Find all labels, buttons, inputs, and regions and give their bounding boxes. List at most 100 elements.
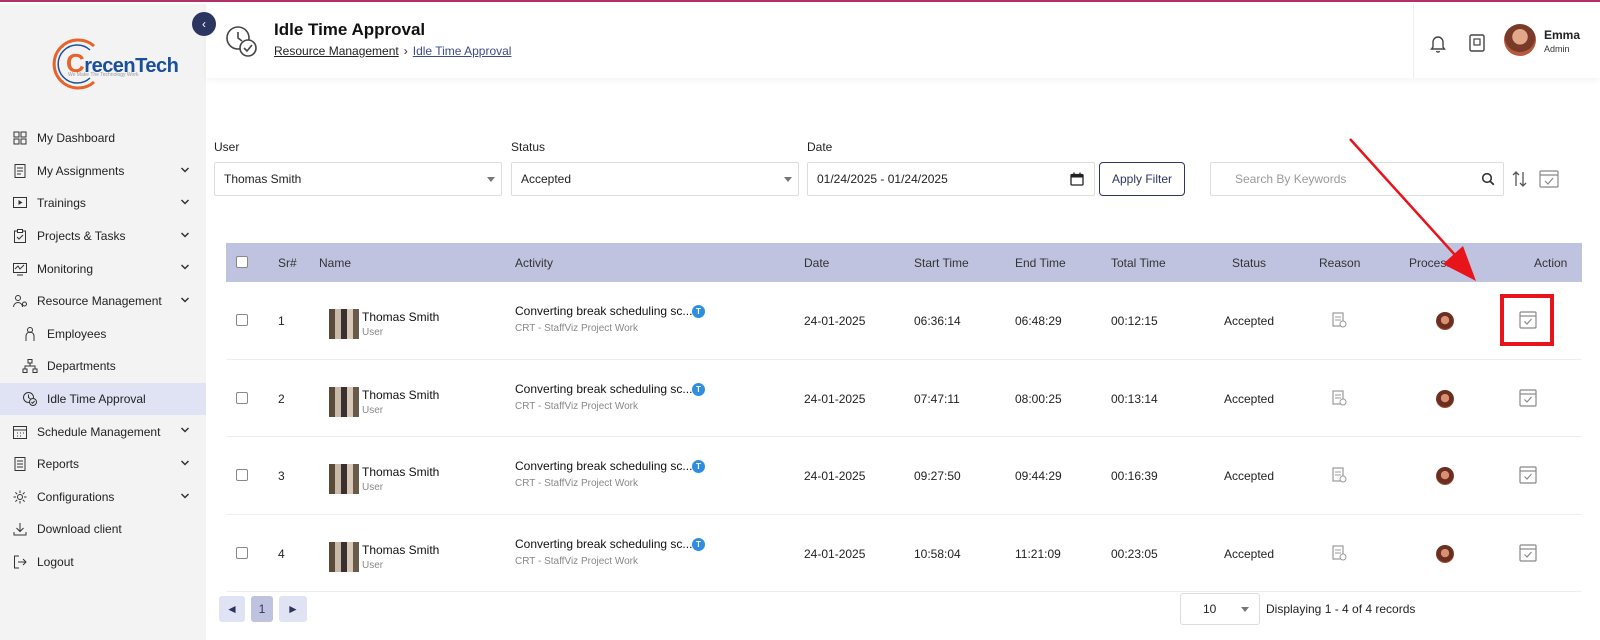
row-user-role: User bbox=[362, 482, 384, 493]
idle-time-icon bbox=[226, 26, 257, 57]
status-filter-label: Status bbox=[511, 140, 546, 154]
header-end-time[interactable]: End Time bbox=[1015, 256, 1066, 270]
select-all-checkbox[interactable] bbox=[236, 256, 248, 268]
sidebar-item-idle-time-approval[interactable]: Idle Time Approval bbox=[0, 382, 206, 416]
sidebar-item-label: Logout bbox=[37, 555, 74, 570]
page-1-button[interactable]: 1 bbox=[251, 596, 273, 622]
row-checkbox[interactable] bbox=[236, 391, 248, 404]
header-sr[interactable]: Sr# bbox=[278, 256, 297, 270]
book-icon[interactable] bbox=[1466, 32, 1488, 54]
processed-by-avatar[interactable] bbox=[1436, 544, 1454, 563]
reason-document-icon[interactable] bbox=[1330, 466, 1348, 484]
approve-action-icon[interactable] bbox=[1518, 543, 1538, 563]
user-name[interactable]: Emma bbox=[1544, 28, 1580, 42]
sidebar-item-label: Idle Time Approval bbox=[47, 392, 146, 407]
company-logo[interactable]: CrecenTech We Make The Technology Work bbox=[50, 34, 179, 92]
chevron-down-icon bbox=[180, 264, 190, 270]
header-total-time[interactable]: Total Time bbox=[1111, 256, 1166, 270]
date-range-value: 01/24/2025 - 01/24/2025 bbox=[817, 172, 948, 186]
search-input[interactable]: Search By Keywords bbox=[1210, 162, 1504, 196]
sidebar-nav: My Dashboard My Assignments Trainings Proje… bbox=[0, 122, 206, 578]
row-activity[interactable]: Converting break scheduling sc... bbox=[515, 537, 692, 551]
sidebar-item-employees[interactable]: Employees bbox=[0, 318, 206, 351]
header-date[interactable]: Date bbox=[804, 256, 829, 270]
user-filter-select[interactable]: Thomas Smith bbox=[214, 162, 502, 196]
approve-action-icon[interactable] bbox=[1518, 465, 1538, 485]
user-thumbnail bbox=[329, 464, 359, 494]
chevron-down-icon bbox=[1241, 607, 1249, 612]
row-activity[interactable]: Converting break scheduling sc... bbox=[515, 382, 692, 396]
user-thumbnail bbox=[329, 309, 359, 339]
bell-icon[interactable] bbox=[1427, 32, 1449, 54]
sort-icon[interactable] bbox=[1512, 170, 1528, 188]
reason-document-icon[interactable] bbox=[1330, 311, 1348, 329]
row-user-name[interactable]: Thomas Smith bbox=[362, 310, 439, 324]
sidebar-item-resource-management[interactable]: Resource Management bbox=[0, 285, 206, 318]
header-divider bbox=[1413, 4, 1414, 78]
row-user-name[interactable]: Thomas Smith bbox=[362, 543, 439, 557]
prev-page-button[interactable]: ◄ bbox=[219, 596, 245, 622]
breadcrumb-resource-management[interactable]: Resource Management bbox=[274, 44, 399, 58]
departments-icon bbox=[22, 359, 38, 374]
search-icon[interactable] bbox=[1481, 172, 1495, 186]
next-page-button[interactable]: ► bbox=[279, 596, 307, 622]
sidebar-item-download-client[interactable]: Download client bbox=[0, 513, 206, 546]
sidebar-item-monitoring[interactable]: Monitoring bbox=[0, 252, 206, 285]
sidebar-item-trainings[interactable]: Trainings bbox=[0, 187, 206, 220]
row-checkbox[interactable] bbox=[236, 546, 248, 559]
sidebar-item-my-dashboard[interactable]: My Dashboard bbox=[0, 122, 206, 155]
chevron-down-icon bbox=[180, 232, 190, 238]
status-filter-select[interactable]: Accepted bbox=[511, 162, 799, 196]
processed-by-avatar[interactable] bbox=[1436, 312, 1454, 330]
date-filter-label: Date bbox=[807, 140, 833, 154]
reason-document-icon[interactable] bbox=[1330, 389, 1348, 407]
row-user-role: User bbox=[362, 559, 384, 571]
date-range-input[interactable]: 01/24/2025 - 01/24/2025 bbox=[807, 162, 1095, 196]
bulk-approve-icon[interactable] bbox=[1539, 170, 1559, 188]
sidebar-item-reports[interactable]: Reports bbox=[0, 448, 206, 481]
sidebar-item-label: Download client bbox=[37, 522, 122, 537]
header-activity[interactable]: Activity bbox=[515, 256, 553, 270]
chevron-down-icon bbox=[180, 297, 190, 303]
approve-action-icon[interactable] bbox=[1518, 388, 1538, 408]
user-avatar[interactable] bbox=[1504, 24, 1536, 56]
assignments-icon bbox=[14, 163, 26, 178]
page-size-select[interactable]: 10 bbox=[1180, 593, 1260, 625]
projects-icon bbox=[14, 229, 26, 244]
page-size-value: 10 bbox=[1203, 602, 1217, 616]
sidebar-item-departments[interactable]: Departments bbox=[0, 350, 206, 383]
sidebar-item-label: Configurations bbox=[37, 489, 115, 504]
sidebar-item-label: Monitoring bbox=[37, 261, 94, 276]
employees-icon bbox=[25, 326, 35, 341]
table-row: 3 Thomas Smith User Converting break schedu… bbox=[226, 437, 1582, 515]
user-role: Admin bbox=[1544, 44, 1570, 54]
processed-by-avatar[interactable] bbox=[1436, 389, 1454, 408]
status-filter-value: Accepted bbox=[521, 172, 572, 186]
header-name[interactable]: Name bbox=[319, 256, 351, 270]
row-checkbox[interactable] bbox=[236, 314, 248, 326]
table-row: 2 Thomas Smith User Converting break schedu… bbox=[226, 359, 1582, 437]
header-status[interactable]: Status bbox=[1232, 256, 1266, 270]
sidebar-item-logout[interactable]: Logout bbox=[0, 546, 206, 579]
row-date: 24-01-2025 bbox=[804, 314, 866, 328]
calendar-icon[interactable] bbox=[1070, 172, 1084, 186]
collapse-sidebar-button[interactable]: ‹ bbox=[192, 12, 216, 36]
sidebar-item-schedule-management[interactable]: Schedule Management bbox=[0, 415, 206, 448]
sidebar-item-configurations[interactable]: Configurations bbox=[0, 481, 206, 514]
sidebar-item-projects-tasks[interactable]: Projects & Tasks bbox=[0, 220, 206, 253]
row-activity[interactable]: Converting break scheduling sc... bbox=[515, 459, 692, 473]
row-user-name[interactable]: Thomas Smith bbox=[362, 388, 439, 402]
row-project: CRT - StaffViz Project Work bbox=[515, 323, 639, 334]
chevron-down-icon bbox=[180, 460, 190, 466]
sidebar-item-my-assignments[interactable]: My Assignments bbox=[0, 155, 206, 188]
row-project: CRT - StaffViz Project Work bbox=[515, 555, 639, 567]
header-start-time[interactable]: Start Time bbox=[914, 256, 969, 270]
row-user-name[interactable]: Thomas Smith bbox=[362, 465, 439, 479]
reason-document-icon[interactable] bbox=[1330, 544, 1348, 562]
apply-filter-button[interactable]: Apply Filter bbox=[1099, 162, 1185, 196]
chevron-down-icon bbox=[784, 177, 792, 182]
processed-by-avatar[interactable] bbox=[1436, 467, 1454, 485]
row-activity[interactable]: Converting break scheduling sc... bbox=[515, 304, 692, 318]
row-checkbox[interactable] bbox=[236, 469, 248, 481]
breadcrumb-idle-time-approval[interactable]: Idle Time Approval bbox=[413, 44, 512, 58]
